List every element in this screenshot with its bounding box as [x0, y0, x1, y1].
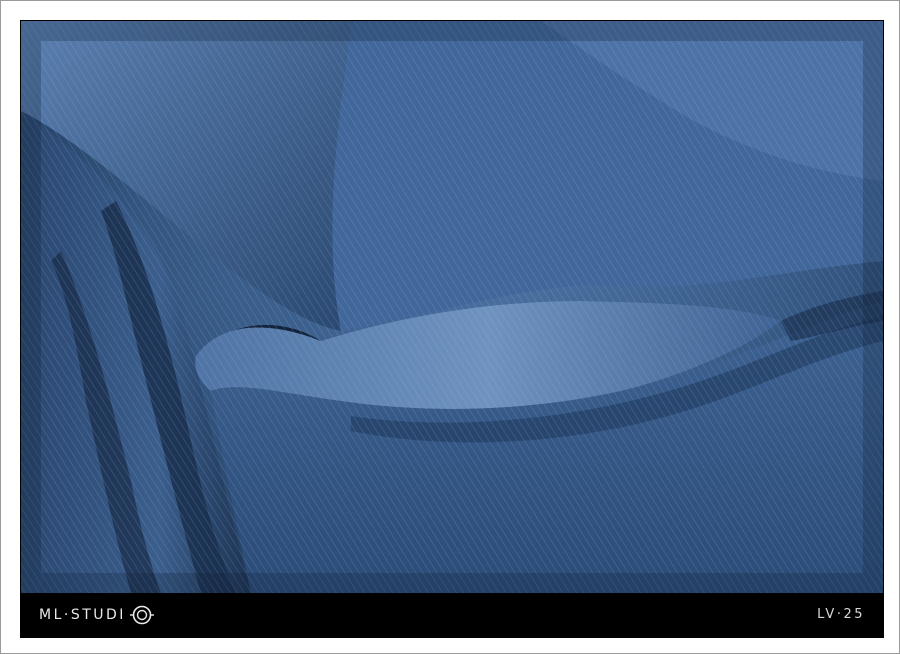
- brand-text: ML·STUDI: [39, 607, 126, 623]
- photo-border: ML·STUDI LV·25: [20, 20, 884, 638]
- camera-lens-icon: [129, 605, 154, 625]
- denim-fabric-image: [21, 21, 883, 593]
- caption-bar: ML·STUDI LV·25: [21, 593, 883, 637]
- photo-code: LV·25: [817, 607, 865, 622]
- denim-photo: [21, 21, 883, 593]
- studio-brand: ML·STUDI: [39, 602, 156, 628]
- page-frame: ML·STUDI LV·25: [0, 0, 900, 654]
